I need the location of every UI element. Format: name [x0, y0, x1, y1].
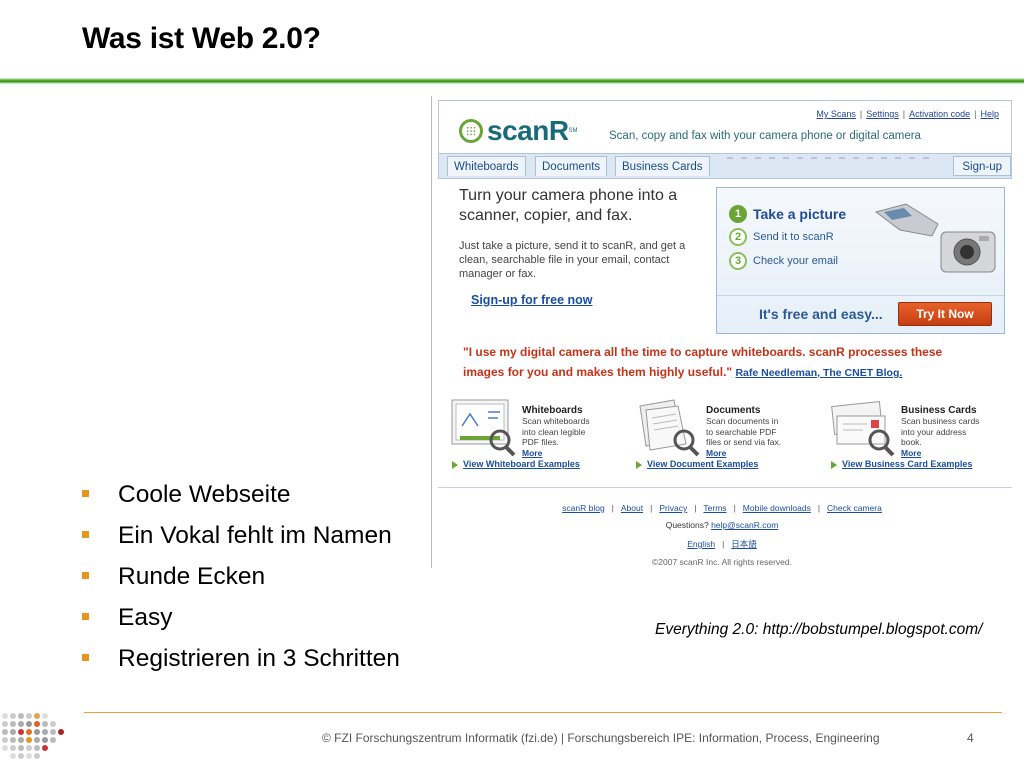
site-copyright: ©2007 scanR Inc. All rights reserved.	[652, 557, 792, 567]
footer-link-about[interactable]: About	[621, 503, 643, 513]
scanr-logo-text: scanR	[487, 115, 569, 146]
feature-documents: Documents Scan documents in to searchabl…	[620, 396, 805, 476]
bullet-list: Coole Webseite Ein Vokal fehlt im Namen …	[80, 478, 400, 683]
feature-desc: Scan documents in to searchable PDF file…	[706, 416, 782, 447]
site-nav: Whiteboards Documents Business Cards Sig…	[439, 153, 1011, 178]
scanr-screenshot: My Scans | Settings | Activation code | Help s…	[432, 96, 1012, 568]
language-japanese-link[interactable]: 日本語	[731, 539, 757, 549]
try-it-now-button[interactable]: Try It Now	[898, 302, 992, 326]
feature-title: Documents	[706, 405, 761, 416]
bullet-item: Runde Ecken	[80, 560, 400, 601]
questions-label: Questions?	[665, 520, 709, 530]
tab-business-cards[interactable]: Business Cards	[615, 156, 710, 176]
step-1: 1 Take a picture	[729, 205, 846, 223]
page-number: 4	[967, 731, 974, 745]
footer-link-check-camera[interactable]: Check camera	[827, 503, 882, 513]
whiteboard-icon	[451, 399, 516, 457]
step-2-label: Send it to scanR	[753, 231, 834, 243]
bullet-item: Ein Vokal fehlt im Namen	[80, 519, 400, 560]
arrow-icon	[831, 460, 837, 469]
feature-more-link[interactable]: More	[901, 448, 921, 458]
steps-box: 1 Take a picture 2 Send it to scanR 3 Ch…	[716, 187, 1005, 334]
slide-footer: © FZI Forschungszentrum Informatik (fzi.…	[322, 731, 880, 745]
view-document-examples-link[interactable]: View Document Examples	[636, 459, 758, 469]
site-footer-links: scanR blog | About | Privacy | Terms | Mobile do…	[562, 503, 882, 513]
step-2-number: 2	[729, 228, 747, 246]
hero-text: Just take a picture, send it to scanR, a…	[459, 240, 686, 280]
feature-whiteboards: Whiteboards Scan whiteboards into clean …	[436, 396, 621, 476]
footer-link-terms[interactable]: Terms	[703, 503, 726, 513]
footer-link-blog[interactable]: scanR blog	[562, 503, 605, 513]
free-band: It's free and easy... Try It Now	[717, 295, 1004, 333]
site-footer-divider	[438, 487, 1012, 488]
tab-documents[interactable]: Documents	[535, 156, 608, 176]
help-email-link[interactable]: help@scanR.com	[711, 520, 778, 530]
help-link[interactable]: Help	[980, 109, 999, 119]
tab-whiteboards[interactable]: Whiteboards	[447, 156, 526, 176]
site-footer-languages: English | 日本語	[687, 539, 757, 549]
documents-icon	[639, 399, 700, 457]
fzi-logo-dots-icon	[2, 713, 64, 759]
bullet-square-icon	[82, 654, 89, 661]
feature-desc: Scan business cards into your address bo…	[901, 416, 980, 447]
feature-business-cards: Business Cards Scan business cards into …	[815, 396, 1000, 476]
view-whiteboard-examples-link[interactable]: View Whiteboard Examples	[452, 459, 580, 469]
hero-heading: Turn your camera phone into a scanner, c…	[459, 187, 678, 224]
site-header: My Scans | Settings | Activation code | Help s…	[438, 100, 1012, 179]
step-1-number: 1	[729, 205, 747, 223]
screenshot-caption: Everything 2.0: http://bobstumpel.blogsp…	[655, 621, 983, 638]
arrow-icon	[452, 460, 458, 469]
footer-link-privacy[interactable]: Privacy	[659, 503, 687, 513]
step-3-number: 3	[729, 252, 747, 270]
step-1-label: Take a picture	[753, 206, 847, 222]
feature-more-link[interactable]: More	[522, 448, 542, 458]
testimonial-author-link[interactable]: Rafe Needleman, The CNET Blog.	[735, 367, 902, 379]
feature-more-link[interactable]: More	[706, 448, 726, 458]
top-links: My Scans | Settings | Activation code | Help	[816, 109, 999, 119]
scanr-logo[interactable]: scanR SM	[459, 115, 578, 147]
step-2: 2 Send it to scanR	[729, 228, 834, 246]
footer-link-mobile-downloads[interactable]: Mobile downloads	[743, 503, 811, 513]
language-english-link[interactable]: English	[687, 539, 715, 549]
my-scans-link[interactable]: My Scans	[816, 109, 856, 119]
bullet-item: Coole Webseite	[80, 478, 400, 519]
settings-link[interactable]: Settings	[866, 109, 899, 119]
step-3-label: Check your email	[753, 255, 838, 267]
testimonial: "I use my digital camera all the time to…	[463, 342, 983, 383]
tab-sign-up[interactable]: Sign-up	[953, 156, 1011, 176]
bullet-square-icon	[82, 613, 89, 620]
title-divider	[0, 78, 1024, 84]
view-business-card-examples-link[interactable]: View Business Card Examples	[831, 459, 972, 469]
feature-title: Whiteboards	[522, 405, 583, 416]
step-3: 3 Check your email	[729, 252, 838, 270]
footer-divider	[84, 712, 1002, 713]
arrow-icon	[636, 460, 642, 469]
bullet-square-icon	[82, 490, 89, 497]
camera-phone-icon	[874, 203, 939, 237]
bullet-item: Easy	[80, 601, 400, 642]
bullet-item: Registrieren in 3 Schritten	[80, 642, 400, 683]
slide-title: Was ist Web 2.0?	[82, 22, 321, 55]
bullet-square-icon	[82, 572, 89, 579]
feature-desc: Scan whiteboards into clean legible PDF …	[522, 416, 590, 447]
signup-free-link[interactable]: Sign-up for free now	[471, 293, 593, 307]
business-card-icon	[831, 401, 895, 457]
free-text: It's free and easy...	[759, 306, 883, 322]
activation-code-link[interactable]: Activation code	[909, 109, 970, 119]
site-footer-questions: Questions? help@scanR.com	[432, 520, 1012, 530]
feature-title: Business Cards	[901, 405, 977, 416]
scanr-logo-icon	[459, 119, 483, 143]
site-tagline: Scan, copy and fax with your camera phon…	[609, 130, 921, 142]
bullet-square-icon	[82, 531, 89, 538]
digital-camera-icon	[940, 231, 996, 273]
